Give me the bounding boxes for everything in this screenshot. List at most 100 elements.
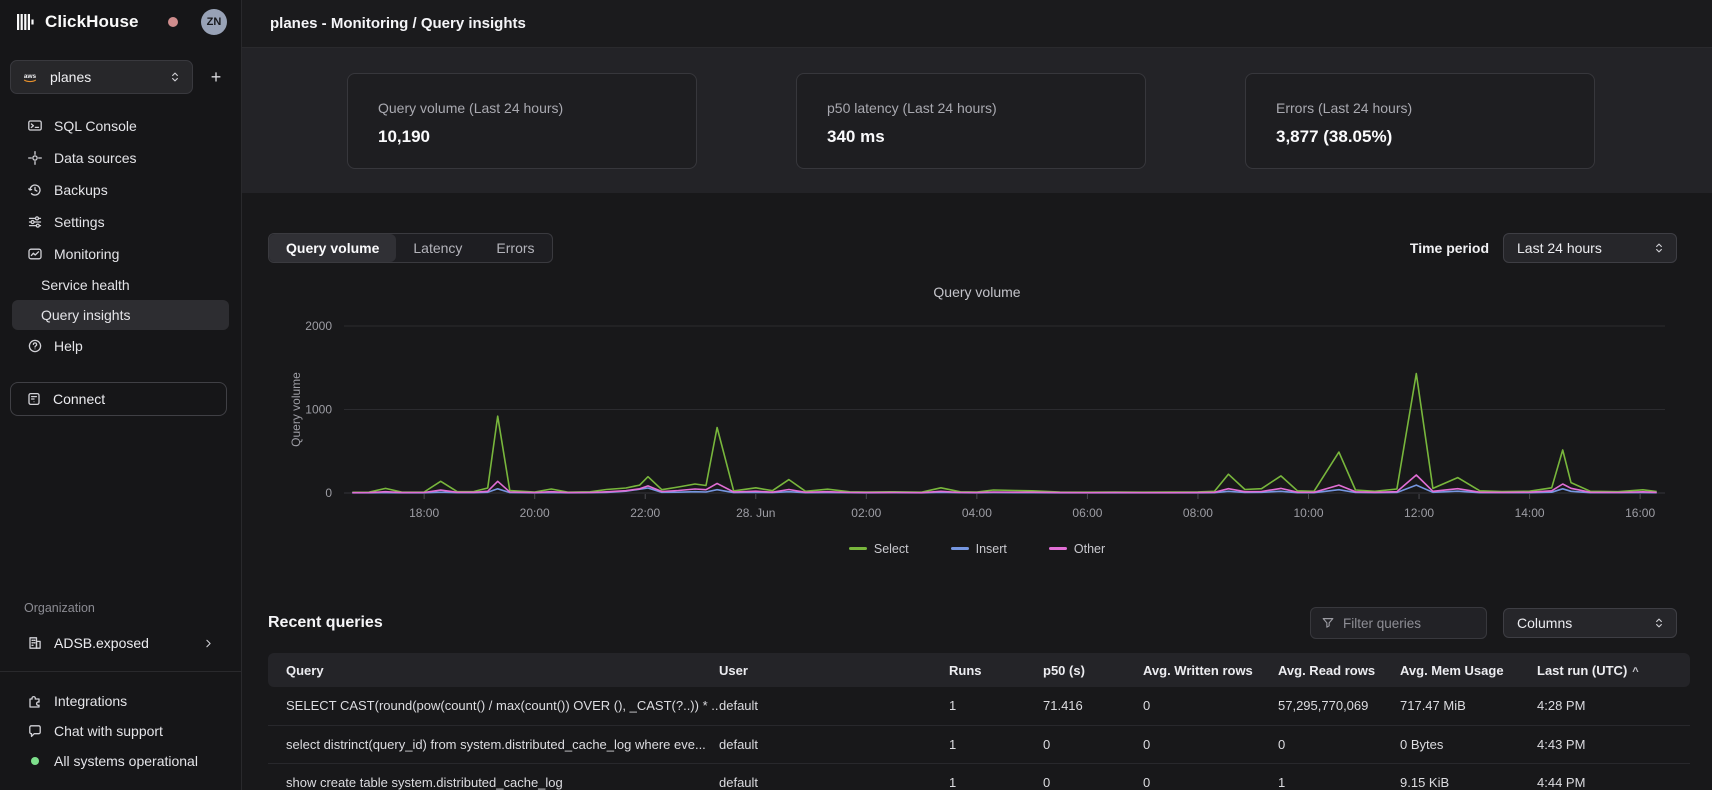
legend-label: Other (1074, 542, 1105, 556)
crosshair-icon (27, 150, 43, 166)
columns-value: Columns (1517, 615, 1652, 631)
column-header-label: Last run (UTC) (1537, 663, 1627, 678)
sidebar-item-data-sources[interactable]: Data sources (12, 142, 229, 174)
connect-button[interactable]: Connect (10, 382, 227, 416)
stat-card-errors: Errors (Last 24 hours) 3,877 (38.05%) (1245, 73, 1595, 169)
connect-label: Connect (53, 391, 105, 407)
building-icon (27, 635, 43, 651)
svg-text:02:00: 02:00 (851, 506, 881, 520)
cell-user: default (719, 763, 949, 790)
stat-value: 340 ms (827, 127, 1115, 147)
organization-section-label: Organization (0, 601, 241, 615)
cell-user: default (719, 725, 949, 763)
stat-label: Errors (Last 24 hours) (1276, 100, 1564, 116)
puzzle-icon (27, 693, 43, 709)
legend-dash-icon (1049, 547, 1067, 550)
cell-mem: 0 Bytes (1400, 725, 1537, 763)
column-header-p50[interactable]: p50 (s) (1043, 653, 1143, 687)
sidebar-item-integrations[interactable]: Integrations (15, 686, 229, 716)
chat-bubble-icon (27, 723, 43, 739)
recent-queries-title: Recent queries (268, 614, 383, 632)
cell-query[interactable]: select distrinct(query_id) from system.d… (268, 725, 719, 763)
sidebar-item-settings[interactable]: Settings (12, 206, 229, 238)
cell-p50: 0 (1043, 763, 1143, 790)
column-header-avg-written-rows[interactable]: Avg. Written rows (1143, 653, 1278, 687)
chevron-updown-icon (1652, 616, 1666, 630)
filter-queries-input[interactable] (1343, 616, 1463, 631)
sort-asc-icon: ^ (1632, 666, 1638, 678)
stat-cards-band: Query volume (Last 24 hours) 10,190 p50 … (242, 48, 1712, 193)
svg-text:28. Jun: 28. Jun (736, 506, 775, 520)
svg-text:16:00: 16:00 (1625, 506, 1655, 520)
sidebar-item-help[interactable]: Help (12, 330, 229, 362)
table-row[interactable]: select distrinct(query_id) from system.d… (268, 725, 1690, 763)
chart-tab-group: Query volume Latency Errors (268, 233, 553, 263)
cell-last-run: 4:28 PM (1537, 687, 1690, 725)
svg-text:04:00: 04:00 (962, 506, 992, 520)
service-switcher[interactable]: aws planes (10, 60, 193, 94)
svg-text:18:00: 18:00 (409, 506, 439, 520)
legend-item-other[interactable]: Other (1049, 542, 1105, 556)
content-area: Query volume Latency Errors Time period … (242, 193, 1712, 790)
column-header-user[interactable]: User (719, 653, 949, 687)
legend-item-insert[interactable]: Insert (951, 542, 1007, 556)
footer-item-label: All systems operational (54, 753, 198, 769)
sidebar-item-chat-with-support[interactable]: Chat with support (15, 716, 229, 746)
series-select (352, 374, 1656, 493)
sidebar-nav: SQL Console Data sources Backups Setting… (0, 104, 241, 362)
chart-title: Query volume (242, 284, 1712, 300)
time-period-select[interactable]: Last 24 hours (1503, 233, 1677, 263)
avatar[interactable]: ZN (201, 9, 227, 35)
legend-item-select[interactable]: Select (849, 542, 909, 556)
sidebar: ClickHouse ZN aws planes + SQL Console (0, 0, 242, 790)
cell-read: 0 (1278, 725, 1400, 763)
cell-written: 0 (1143, 687, 1278, 725)
table-row[interactable]: show create table system.distributed_cac… (268, 763, 1690, 790)
sidebar-item-label: Help (54, 338, 83, 354)
sidebar-item-system-status[interactable]: All systems operational (15, 746, 229, 776)
top-bar: planes - Monitoring / Query insights (242, 0, 1712, 48)
recent-queries-table: Query User Runs p50 (s) Avg. Written row… (268, 653, 1683, 790)
cell-last-run: 4:44 PM (1537, 763, 1690, 790)
legend-dash-icon (849, 547, 867, 550)
sidebar-item-query-insights[interactable]: Query insights (12, 300, 229, 330)
column-header-last-run[interactable]: Last run (UTC) ^ (1537, 653, 1690, 687)
sidebar-item-service-health[interactable]: Service health (12, 270, 229, 300)
legend-dash-icon (951, 547, 969, 550)
tab-latency[interactable]: Latency (396, 234, 479, 262)
stat-label: p50 latency (Last 24 hours) (827, 100, 1115, 116)
chevron-right-icon (202, 637, 215, 650)
sidebar-item-label: Data sources (54, 150, 136, 166)
column-header-avg-read-rows[interactable]: Avg. Read rows (1278, 653, 1400, 687)
cell-p50: 0 (1043, 725, 1143, 763)
organization-switcher[interactable]: ADSB.exposed (0, 627, 241, 659)
sidebar-item-label: Query insights (41, 307, 130, 323)
cell-query[interactable]: SELECT CAST(round(pow(count() / max(coun… (268, 687, 719, 725)
add-service-button[interactable]: + (203, 64, 229, 90)
clickhouse-logo-icon (16, 12, 36, 32)
table-header-row: Query User Runs p50 (s) Avg. Written row… (268, 653, 1690, 687)
tab-errors[interactable]: Errors (479, 234, 551, 262)
service-name: planes (50, 69, 159, 85)
funnel-icon (1321, 616, 1335, 630)
question-circle-icon (27, 338, 43, 354)
svg-text:2000: 2000 (305, 319, 332, 333)
cell-user: default (719, 687, 949, 725)
column-header-query[interactable]: Query (268, 653, 719, 687)
cell-p50: 71.416 (1043, 687, 1143, 725)
columns-select[interactable]: Columns (1503, 608, 1677, 638)
sidebar-item-backups[interactable]: Backups (12, 174, 229, 206)
sidebar-item-sql-console[interactable]: SQL Console (12, 110, 229, 142)
sidebar-item-monitoring[interactable]: Monitoring (12, 238, 229, 270)
cell-query[interactable]: show create table system.distributed_cac… (268, 763, 719, 790)
table-row[interactable]: SELECT CAST(round(pow(count() / max(coun… (268, 687, 1690, 725)
chevron-updown-icon (1652, 241, 1666, 255)
cell-runs: 1 (949, 687, 1043, 725)
cell-mem: 717.47 MiB (1400, 687, 1537, 725)
sidebar-item-label: Backups (54, 182, 108, 198)
tab-query-volume[interactable]: Query volume (269, 234, 396, 262)
main-area: planes - Monitoring / Query insights Que… (242, 0, 1712, 790)
column-header-avg-mem-usage[interactable]: Avg. Mem Usage (1400, 653, 1537, 687)
column-header-runs[interactable]: Runs (949, 653, 1043, 687)
footer-item-label: Integrations (54, 693, 127, 709)
